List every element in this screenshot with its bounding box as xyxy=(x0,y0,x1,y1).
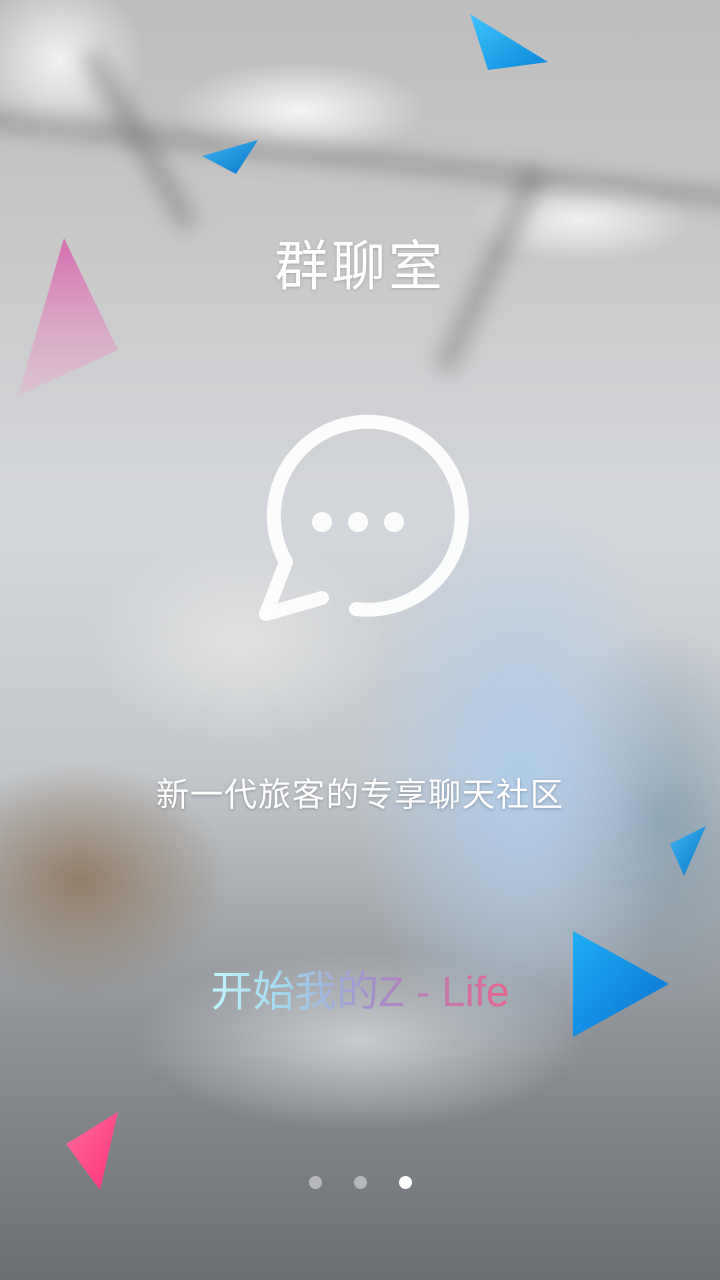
page-dot-2[interactable] xyxy=(353,1176,367,1189)
page-dot-1[interactable] xyxy=(308,1176,322,1189)
page-indicator xyxy=(0,1176,720,1189)
blue-triangle-decoration xyxy=(202,140,258,174)
splash-screen: 群聊室 新一代旅客的专享聊天社区 开始我的Z - Life xyxy=(0,0,720,1280)
page-title: 群聊室 xyxy=(274,235,446,298)
page-dot-3[interactable] xyxy=(398,1176,412,1189)
chat-bubble-ellipsis-icon xyxy=(259,414,469,621)
background-beam xyxy=(0,110,720,208)
blue-triangle-decoration xyxy=(470,14,548,70)
blue-triangle-decoration xyxy=(670,826,706,876)
start-button-label: 开始我的Z - Life xyxy=(210,968,510,1015)
tagline: 新一代旅客的专享聊天社区 xyxy=(156,775,564,814)
play-arrow-icon[interactable] xyxy=(570,928,672,1040)
